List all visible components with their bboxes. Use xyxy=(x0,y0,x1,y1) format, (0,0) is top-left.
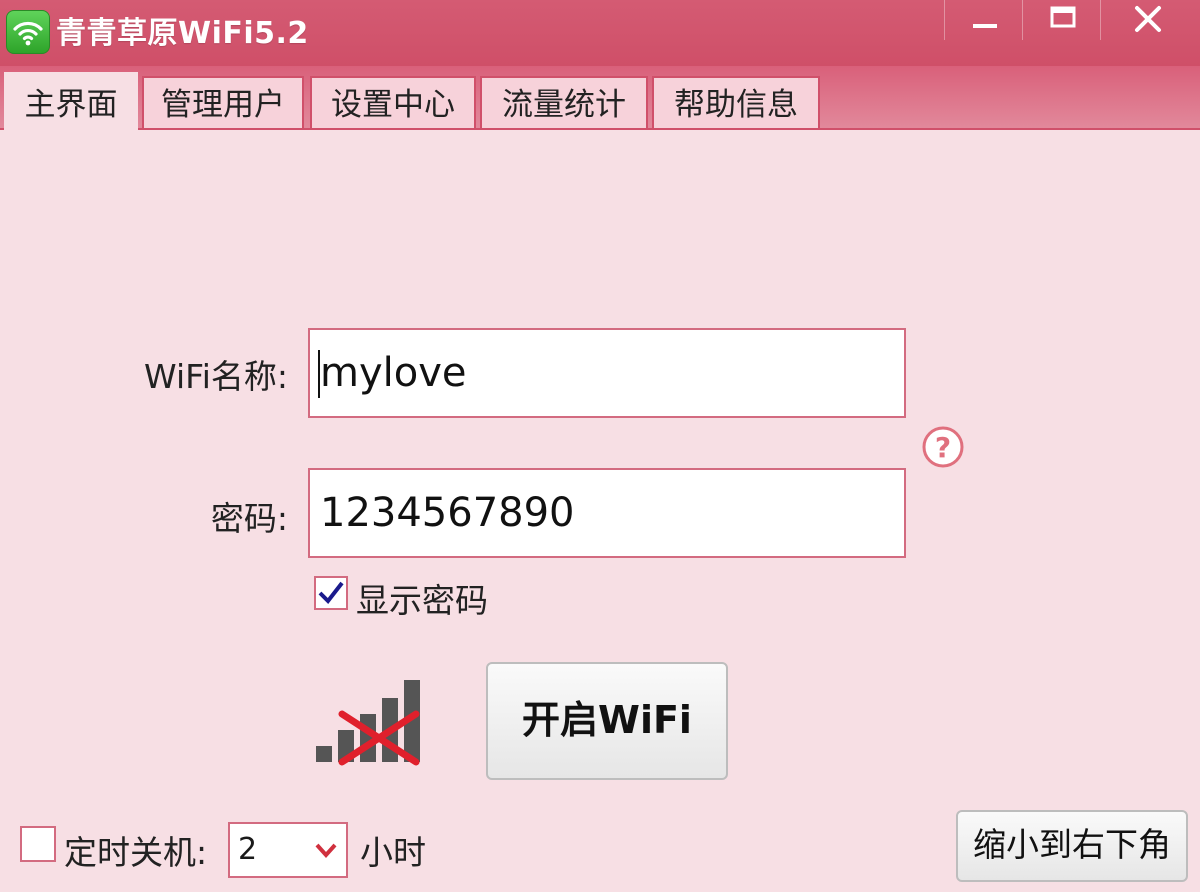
maximize-button[interactable] xyxy=(1022,0,1100,40)
maximize-icon xyxy=(1050,6,1076,28)
shutdown-hours-value: 2 xyxy=(238,832,258,867)
timed-shutdown-label: 定时关机: xyxy=(64,833,208,872)
tab-settings[interactable]: 设置中心 xyxy=(310,76,476,128)
shutdown-hours-select[interactable]: 2 xyxy=(228,822,348,878)
title-bar[interactable]: 青青草原WiFi5.2 xyxy=(0,0,1200,66)
wifi-name-label: WiFi名称: xyxy=(144,357,288,396)
tab-manage-users[interactable]: 管理用户 xyxy=(142,76,304,128)
tab-help-info[interactable]: 帮助信息 xyxy=(652,76,820,128)
minimize-to-corner-button[interactable]: 缩小到右下角 xyxy=(956,810,1188,882)
show-password-checkbox[interactable] xyxy=(314,576,348,610)
start-wifi-button[interactable]: 开启WiFi xyxy=(486,662,728,780)
wifi-name-value: mylove xyxy=(320,350,467,396)
password-label: 密码: xyxy=(210,499,288,538)
checkmark-icon xyxy=(318,581,344,605)
tab-main[interactable]: 主界面 xyxy=(4,72,138,132)
hours-unit-label: 小时 xyxy=(360,833,426,872)
timed-shutdown-checkbox[interactable] xyxy=(20,826,56,862)
show-password-label: 显示密码 xyxy=(356,581,488,620)
password-input[interactable]: 1234567890 xyxy=(308,468,906,558)
password-value: 1234567890 xyxy=(320,490,575,536)
wifi-app-icon xyxy=(6,10,50,54)
wifi-name-input[interactable]: mylove xyxy=(308,328,906,418)
tab-traffic-stats[interactable]: 流量统计 xyxy=(480,76,648,128)
close-button[interactable] xyxy=(1100,0,1200,40)
window-title: 青青草原WiFi5.2 xyxy=(56,16,309,51)
minimize-icon xyxy=(973,24,997,28)
question-icon[interactable]: ? xyxy=(920,424,966,470)
signal-disconnected-icon xyxy=(316,680,420,766)
text-caret xyxy=(318,350,320,398)
close-icon xyxy=(1135,6,1161,32)
svg-text:?: ? xyxy=(935,431,951,464)
minimize-button[interactable] xyxy=(944,0,1022,40)
chevron-down-icon xyxy=(315,843,337,858)
